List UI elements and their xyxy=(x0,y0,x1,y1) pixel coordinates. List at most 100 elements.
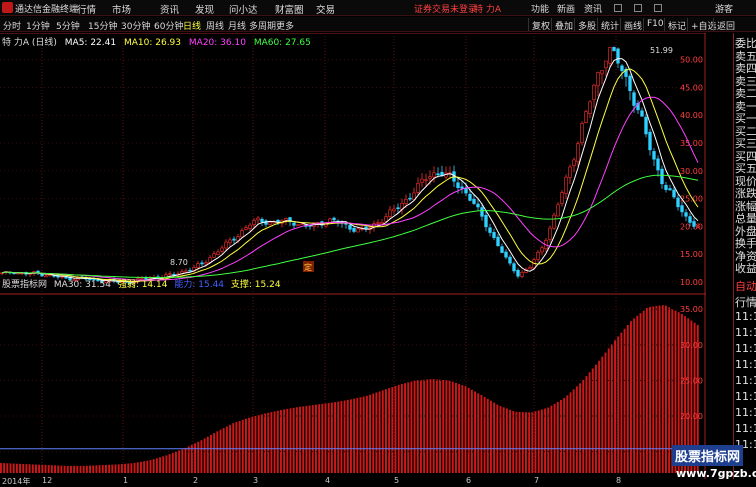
candle-body[interactable] xyxy=(168,273,172,275)
candle-body[interactable] xyxy=(572,159,576,166)
candle-body[interactable] xyxy=(552,214,556,229)
period-5min[interactable]: 5分钟 xyxy=(56,19,80,32)
candle-body[interactable] xyxy=(580,123,584,143)
candle-body[interactable] xyxy=(244,227,248,230)
candle-body[interactable] xyxy=(472,198,476,204)
candle-body[interactable] xyxy=(284,218,288,221)
candle-body[interactable] xyxy=(480,207,484,217)
period-monthly[interactable]: 月线 xyxy=(228,19,246,32)
menu-item-zixun[interactable]: 资讯 xyxy=(160,2,179,16)
kline-chart[interactable]: 10.00 15.00 20.00 25.00 30.00 35.00 40.00 45.00… xyxy=(0,33,706,479)
candle-body[interactable] xyxy=(240,230,244,238)
candle-body[interactable] xyxy=(184,270,188,273)
guest-user-label[interactable]: 游客 xyxy=(715,2,733,15)
candle-body[interactable] xyxy=(644,116,648,135)
time-label[interactable]: 自动 xyxy=(735,278,756,294)
candle-body[interactable] xyxy=(576,143,580,163)
candle-body[interactable] xyxy=(248,224,252,229)
candle-body[interactable] xyxy=(680,205,684,213)
sub-indicator-name[interactable]: 股票指标网 xyxy=(2,280,47,290)
candle-body[interactable] xyxy=(228,239,232,244)
candle-body[interactable] xyxy=(612,47,616,52)
candle-body[interactable] xyxy=(548,227,552,240)
candle-body[interactable] xyxy=(224,241,228,249)
candle-body[interactable] xyxy=(212,253,216,258)
candle-body[interactable] xyxy=(520,272,524,277)
candle-body[interactable] xyxy=(604,60,608,69)
candle-body[interactable] xyxy=(200,262,204,265)
candle-body[interactable] xyxy=(588,101,592,114)
candle-body[interactable] xyxy=(560,192,564,204)
candle-body[interactable] xyxy=(408,197,412,200)
menu-item-faxian[interactable]: 发现 xyxy=(195,2,214,16)
candle-body[interactable] xyxy=(332,217,336,221)
period-daily[interactable]: 日线 xyxy=(183,19,201,32)
candle-body[interactable] xyxy=(432,172,436,178)
candle-body[interactable] xyxy=(484,214,488,228)
maximize-icon[interactable] xyxy=(634,4,642,12)
candle-body[interactable] xyxy=(356,228,360,233)
tool-fuquan[interactable]: 复权 xyxy=(528,18,553,32)
candle-body[interactable] xyxy=(216,251,220,255)
menu-item-zixun-right[interactable]: 资讯 xyxy=(584,2,602,15)
marker-label[interactable]: 定 xyxy=(304,262,312,272)
candle-body[interactable] xyxy=(504,251,508,258)
candle-body[interactable] xyxy=(620,65,624,72)
candle-body[interactable] xyxy=(460,186,464,189)
candle-body[interactable] xyxy=(396,207,400,210)
candle-body[interactable] xyxy=(416,182,420,193)
candle-body[interactable] xyxy=(292,222,296,226)
candle-body[interactable] xyxy=(652,151,656,160)
period-60min[interactable]: 60分钟 xyxy=(154,19,183,32)
candle-body[interactable] xyxy=(672,189,676,198)
candle-body[interactable] xyxy=(436,173,440,176)
candle-body[interactable] xyxy=(256,217,260,221)
candle-body[interactable] xyxy=(692,221,696,227)
tool-huaxian[interactable]: 画线 xyxy=(620,18,645,32)
menu-item-gongneng[interactable]: 功能 xyxy=(531,2,549,15)
candle-body[interactable] xyxy=(508,256,512,264)
candle-body[interactable] xyxy=(300,223,304,225)
candle-body[interactable] xyxy=(380,221,384,224)
period-fenshi[interactable]: 分时 xyxy=(3,19,21,32)
candle-body[interactable] xyxy=(540,247,544,253)
period-weekly[interactable]: 周线 xyxy=(206,19,224,32)
candle-body[interactable] xyxy=(592,84,596,100)
tool-diejia[interactable]: 叠加 xyxy=(551,18,576,32)
candle-body[interactable] xyxy=(476,203,480,208)
candle-body[interactable] xyxy=(232,238,236,241)
candle-body[interactable] xyxy=(464,187,468,194)
candle-body[interactable] xyxy=(668,188,672,191)
candle-body[interactable] xyxy=(600,70,604,75)
candle-body[interactable] xyxy=(596,72,600,87)
candle-body[interactable] xyxy=(268,222,272,225)
candle-body[interactable] xyxy=(492,232,496,238)
candle-body[interactable] xyxy=(584,111,588,123)
menu-item-shichang[interactable]: 市场 xyxy=(112,2,131,16)
menu-item-caifuquan[interactable]: 财富圈 xyxy=(275,2,304,16)
candle-body[interactable] xyxy=(608,47,612,64)
candle-body[interactable] xyxy=(616,48,620,64)
candle-body[interactable] xyxy=(516,269,520,277)
candle-body[interactable] xyxy=(420,178,424,183)
candle-body[interactable] xyxy=(556,204,560,217)
tool-tongji[interactable]: 统计 xyxy=(597,18,622,32)
candle-body[interactable] xyxy=(188,269,192,272)
candle-body[interactable] xyxy=(468,193,472,201)
candle-body[interactable] xyxy=(528,266,532,270)
menu-item-jiaoyi[interactable]: 交易 xyxy=(316,2,335,16)
period-more[interactable]: 更多 xyxy=(276,19,294,32)
candle-body[interactable] xyxy=(676,197,680,208)
candle-body[interactable] xyxy=(500,246,504,253)
candle-body[interactable] xyxy=(660,168,664,185)
close-icon[interactable] xyxy=(654,4,662,12)
candle-body[interactable] xyxy=(536,252,540,260)
candle-body[interactable] xyxy=(348,224,352,230)
candle-body[interactable] xyxy=(220,247,224,252)
candle-body[interactable] xyxy=(208,257,212,263)
tool-biaoji[interactable]: 标记 xyxy=(664,18,689,32)
period-30min[interactable]: 30分钟 xyxy=(121,19,150,32)
period-1min[interactable]: 1分钟 xyxy=(26,19,50,32)
period-multi[interactable]: 多周期 xyxy=(249,19,276,32)
candle-body[interactable] xyxy=(376,222,380,224)
